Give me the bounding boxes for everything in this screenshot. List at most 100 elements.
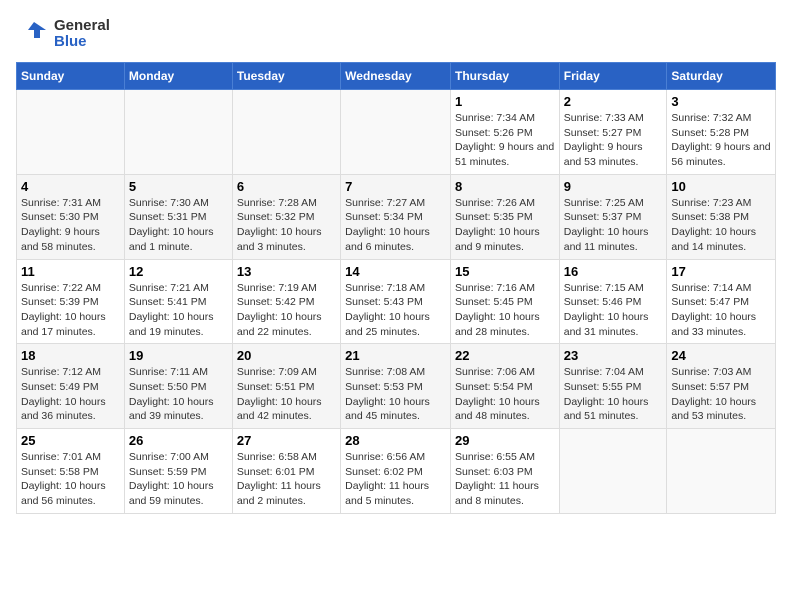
day-info: Sunrise: 7:30 AM Sunset: 5:31 PM Dayligh… [129,196,228,255]
day-info: Sunrise: 7:21 AM Sunset: 5:41 PM Dayligh… [129,281,228,340]
day-info: Sunrise: 7:06 AM Sunset: 5:54 PM Dayligh… [455,365,555,424]
day-number: 1 [455,94,555,109]
day-info: Sunrise: 7:01 AM Sunset: 5:58 PM Dayligh… [21,450,120,509]
day-info: Sunrise: 6:56 AM Sunset: 6:02 PM Dayligh… [345,450,446,509]
day-header-thursday: Thursday [450,63,559,90]
header: General Blue [16,16,776,52]
day-number: 29 [455,433,555,448]
calendar-cell: 8 Sunrise: 7:26 AM Sunset: 5:35 PM Daylig… [450,174,559,259]
day-number: 24 [671,348,771,363]
calendar-cell: 15 Sunrise: 7:16 AM Sunset: 5:45 PM Dayli… [450,259,559,344]
calendar-cell: 18 Sunrise: 7:12 AM Sunset: 5:49 PM Dayli… [17,344,125,429]
day-info: Sunrise: 7:33 AM Sunset: 5:27 PM Dayligh… [564,111,663,170]
day-info: Sunrise: 7:12 AM Sunset: 5:49 PM Dayligh… [21,365,120,424]
calendar-cell: 6 Sunrise: 7:28 AM Sunset: 5:32 PM Daylig… [232,174,340,259]
day-number: 25 [21,433,120,448]
logo-line1: General [54,18,110,35]
day-header-tuesday: Tuesday [232,63,340,90]
calendar-cell: 28Sunrise: 6:56 AM Sunset: 6:02 PM Dayli… [341,429,451,514]
calendar-cell: 29 Sunrise: 6:55 AM Sunset: 6:03 PM Dayli… [450,429,559,514]
week-row-5: 25 Sunrise: 7:01 AM Sunset: 5:58 PM Dayli… [17,429,776,514]
calendar-cell: 24Sunrise: 7:03 AM Sunset: 5:57 PM Dayli… [667,344,776,429]
calendar-cell: 2 Sunrise: 7:33 AM Sunset: 5:27 PM Daylig… [559,90,667,175]
day-header-monday: Monday [124,63,232,90]
calendar-cell: 17 Sunrise: 7:14 AM Sunset: 5:47 PM Dayli… [667,259,776,344]
day-info: Sunrise: 7:09 AM Sunset: 5:51 PM Dayligh… [237,365,336,424]
calendar-cell: 12 Sunrise: 7:21 AM Sunset: 5:41 PM Dayli… [124,259,232,344]
calendar-cell: 25 Sunrise: 7:01 AM Sunset: 5:58 PM Dayli… [17,429,125,514]
day-number: 18 [21,348,120,363]
day-info: Sunrise: 7:28 AM Sunset: 5:32 PM Dayligh… [237,196,336,255]
calendar-cell: 10Sunrise: 7:23 AM Sunset: 5:38 PM Dayli… [667,174,776,259]
day-info: Sunrise: 7:25 AM Sunset: 5:37 PM Dayligh… [564,196,663,255]
day-info: Sunrise: 6:58 AM Sunset: 6:01 PM Dayligh… [237,450,336,509]
day-info: Sunrise: 7:16 AM Sunset: 5:45 PM Dayligh… [455,281,555,340]
day-info: Sunrise: 7:31 AM Sunset: 5:30 PM Dayligh… [21,196,120,255]
logo-bird-icon [16,16,52,52]
calendar-cell [341,90,451,175]
day-number: 21 [345,348,446,363]
day-info: Sunrise: 6:55 AM Sunset: 6:03 PM Dayligh… [455,450,555,509]
day-number: 8 [455,179,555,194]
day-info: Sunrise: 7:14 AM Sunset: 5:47 PM Dayligh… [671,281,771,340]
day-header-friday: Friday [559,63,667,90]
day-header-sunday: Sunday [17,63,125,90]
calendar-cell: 13Sunrise: 7:19 AM Sunset: 5:42 PM Dayli… [232,259,340,344]
day-number: 7 [345,179,446,194]
week-row-3: 11 Sunrise: 7:22 AM Sunset: 5:39 PM Dayli… [17,259,776,344]
calendar-cell: 1 Sunrise: 7:34 AM Sunset: 5:26 PM Daylig… [450,90,559,175]
calendar-body: 1 Sunrise: 7:34 AM Sunset: 5:26 PM Daylig… [17,90,776,514]
day-info: Sunrise: 7:23 AM Sunset: 5:38 PM Dayligh… [671,196,771,255]
logo: General Blue [16,16,110,52]
day-number: 22 [455,348,555,363]
calendar-table: SundayMondayTuesdayWednesdayThursdayFrid… [16,62,776,514]
calendar-cell [559,429,667,514]
day-info: Sunrise: 7:18 AM Sunset: 5:43 PM Dayligh… [345,281,446,340]
calendar-cell: 21 Sunrise: 7:08 AM Sunset: 5:53 PM Dayli… [341,344,451,429]
calendar-cell [232,90,340,175]
day-header-saturday: Saturday [667,63,776,90]
day-info: Sunrise: 7:08 AM Sunset: 5:53 PM Dayligh… [345,365,446,424]
calendar-cell: 26 Sunrise: 7:00 AM Sunset: 5:59 PM Dayli… [124,429,232,514]
day-number: 14 [345,264,446,279]
calendar-cell [667,429,776,514]
day-number: 9 [564,179,663,194]
day-number: 6 [237,179,336,194]
calendar-cell: 7 Sunrise: 7:27 AM Sunset: 5:34 PM Daylig… [341,174,451,259]
day-number: 27 [237,433,336,448]
day-number: 17 [671,264,771,279]
day-header-wednesday: Wednesday [341,63,451,90]
day-number: 2 [564,94,663,109]
day-info: Sunrise: 7:26 AM Sunset: 5:35 PM Dayligh… [455,196,555,255]
day-info: Sunrise: 7:34 AM Sunset: 5:26 PM Dayligh… [455,111,555,170]
day-info: Sunrise: 7:11 AM Sunset: 5:50 PM Dayligh… [129,365,228,424]
calendar-cell: 22 Sunrise: 7:06 AM Sunset: 5:54 PM Dayli… [450,344,559,429]
week-row-2: 4Sunrise: 7:31 AM Sunset: 5:30 PM Daylig… [17,174,776,259]
calendar-cell: 23Sunrise: 7:04 AM Sunset: 5:55 PM Dayli… [559,344,667,429]
day-info: Sunrise: 7:15 AM Sunset: 5:46 PM Dayligh… [564,281,663,340]
day-number: 26 [129,433,228,448]
day-number: 23 [564,348,663,363]
calendar-cell: 14 Sunrise: 7:18 AM Sunset: 5:43 PM Dayli… [341,259,451,344]
day-number: 15 [455,264,555,279]
calendar-header: SundayMondayTuesdayWednesdayThursdayFrid… [17,63,776,90]
calendar-cell: 3Sunrise: 7:32 AM Sunset: 5:28 PM Daylig… [667,90,776,175]
calendar-cell [17,90,125,175]
day-info: Sunrise: 7:19 AM Sunset: 5:42 PM Dayligh… [237,281,336,340]
calendar-cell: 9 Sunrise: 7:25 AM Sunset: 5:37 PM Daylig… [559,174,667,259]
calendar-cell: 20 Sunrise: 7:09 AM Sunset: 5:51 PM Dayli… [232,344,340,429]
calendar-cell: 5Sunrise: 7:30 AM Sunset: 5:31 PM Daylig… [124,174,232,259]
calendar-cell [124,90,232,175]
calendar-cell: 27 Sunrise: 6:58 AM Sunset: 6:01 PM Dayli… [232,429,340,514]
week-row-4: 18 Sunrise: 7:12 AM Sunset: 5:49 PM Dayli… [17,344,776,429]
day-number: 11 [21,264,120,279]
logo-line2: Blue [54,34,110,51]
calendar-cell: 4Sunrise: 7:31 AM Sunset: 5:30 PM Daylig… [17,174,125,259]
day-number: 12 [129,264,228,279]
calendar-cell: 11 Sunrise: 7:22 AM Sunset: 5:39 PM Dayli… [17,259,125,344]
day-info: Sunrise: 7:27 AM Sunset: 5:34 PM Dayligh… [345,196,446,255]
day-info: Sunrise: 7:22 AM Sunset: 5:39 PM Dayligh… [21,281,120,340]
day-number: 16 [564,264,663,279]
day-number: 20 [237,348,336,363]
day-info: Sunrise: 7:00 AM Sunset: 5:59 PM Dayligh… [129,450,228,509]
